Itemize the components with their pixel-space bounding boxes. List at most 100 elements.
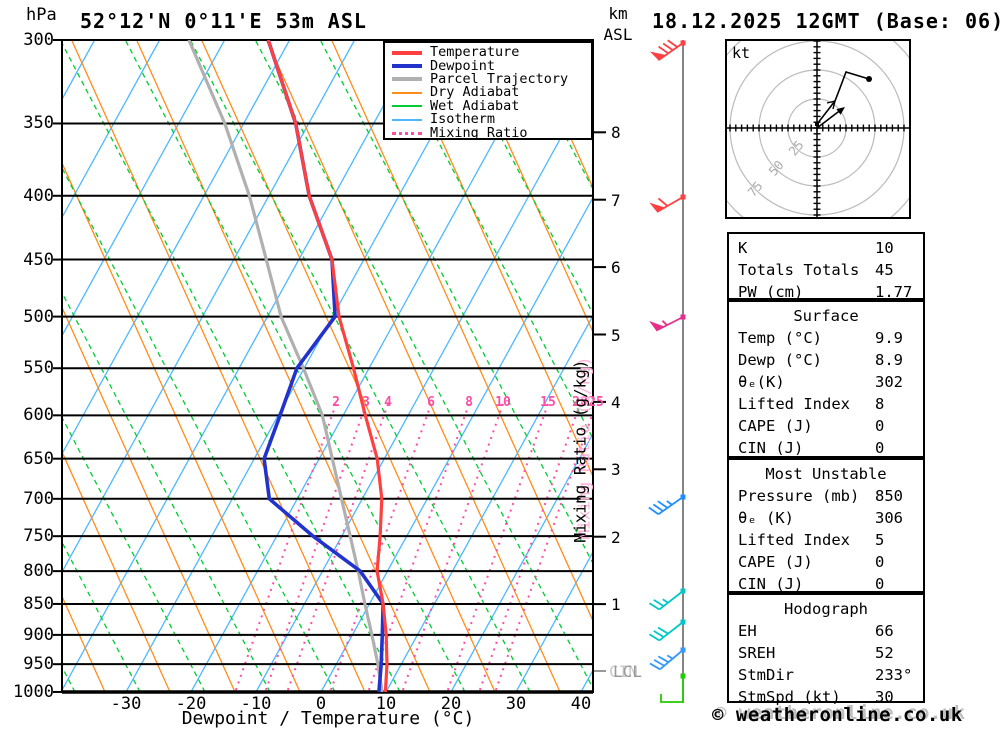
temperature-curve (266, 40, 389, 692)
stat-label: Totals Totals (738, 261, 860, 279)
pressure-tick-label: 350 (23, 113, 54, 133)
table-row: Temp (°C) 9.9 (729, 327, 923, 349)
stat-label: PW (cm) (738, 283, 804, 301)
table-row: StmDir 233° (729, 664, 923, 686)
mixing-ratio-line (234, 403, 337, 692)
table-section-title: Hodograph (784, 600, 868, 618)
km-tick-label: 3 (611, 460, 621, 479)
pressure-unit-label: hPa (26, 5, 57, 25)
stats-table: K 10 Totals Totals 45 PW (cm) 1.77 (727, 232, 925, 301)
stat-label: CIN (J) (738, 575, 804, 593)
stat-label: θₑ(K) (738, 373, 785, 391)
km-tick-label: 6 (611, 258, 621, 277)
stat-label: Pressure (mb) (738, 487, 860, 505)
stat-value: 9.9 (875, 329, 903, 347)
x-axis-title: Dewpoint / Temperature (°C) (181, 708, 475, 729)
legend-line-sample (392, 131, 422, 135)
stat-label: Lifted Index (738, 395, 850, 413)
pressure-tick-label: 900 (23, 625, 54, 645)
pressure-tick-label: 550 (23, 358, 54, 378)
table-row: Lifted Index 5 (729, 529, 923, 551)
legend-line-sample (392, 105, 422, 108)
skewt-sounding-page: hPa 52°12'N 0°11'E 53m ASL km ASL 18.12.… (0, 0, 1000, 733)
km-axis-label: km (608, 4, 628, 23)
wind-barb (648, 619, 686, 642)
stat-value: 45 (875, 261, 894, 279)
stats-table: Hodograph EH 66 SREH 52 StmDir 233° StmSpd (kt)… (727, 593, 925, 706)
mixing-ratio-axis-title: Mixing Ratio (g/kg) (570, 359, 590, 543)
legend-line-sample (392, 77, 422, 82)
stat-label: CAPE (J) (738, 417, 813, 435)
table-section-title: Most Unstable (765, 465, 887, 483)
table-row: CIN (J) 0 (729, 437, 923, 459)
pressure-tick-label: 850 (23, 594, 54, 614)
date-title: 18.12.2025 12GMT (Base: 06) (652, 9, 1000, 33)
table-row: Dewp (°C) 8.9 (729, 349, 923, 371)
table-row: θₑ (K) 306 (729, 507, 923, 529)
page-title: 52°12'N 0°11'E 53m ASL (80, 9, 367, 33)
mixing-ratio-line (264, 403, 367, 692)
copyright: © weatheronline.co.uk (712, 704, 963, 726)
mixing-ratio-line (446, 403, 549, 692)
stat-value: 52 (875, 644, 894, 662)
stat-value: 66 (875, 622, 894, 640)
pressure-tick-label: 500 (23, 307, 54, 327)
pressure-tick-label: 750 (23, 526, 54, 546)
pressure-tick-label: 400 (23, 186, 54, 206)
mixing-ratio-line (401, 403, 504, 692)
stat-value: 10 (875, 239, 894, 257)
isotherm-line (62, 40, 421, 692)
stat-label: Temp (°C) (738, 329, 822, 347)
legend-item: Mixing Ratio (385, 126, 591, 139)
table-row: Lifted Index 8 (729, 393, 923, 415)
pressure-tick-label: 650 (23, 449, 54, 469)
stat-value: 302 (875, 373, 903, 391)
stat-label: EH (738, 622, 757, 640)
legend-line-sample (392, 91, 422, 94)
stat-value: 5 (875, 531, 885, 549)
stat-value: 850 (875, 487, 903, 505)
table-row: CAPE (J) 0 (729, 415, 923, 437)
stat-label: StmDir (738, 666, 794, 684)
legend-line-sample (392, 50, 422, 55)
mixing-ratio-label: 15 (540, 395, 556, 410)
mixing-ratio-label: 6 (427, 395, 435, 410)
stat-value: 0 (875, 439, 885, 457)
asl-axis-label: ASL (603, 25, 633, 44)
pressure-tick-label: 1000 (13, 682, 54, 702)
km-tick-label: 2 (611, 528, 621, 547)
legend: Temperature Dewpoint Parcel Trajectory Dry … (383, 41, 593, 140)
stat-value: 233° (875, 666, 913, 684)
lcl-marker-label: LCL (613, 662, 642, 681)
legend-label: Mixing Ratio (430, 124, 528, 141)
legend-line-sample (392, 64, 422, 69)
km-tick-label: 4 (611, 393, 621, 412)
wind-barb (648, 494, 686, 515)
mixing-ratio-label: 10 (495, 395, 511, 410)
wind-barb (649, 194, 686, 213)
surface-wind-barb (660, 676, 684, 703)
stat-label: SREH (738, 644, 776, 662)
stat-label: K (738, 239, 748, 257)
table-section-title: Surface (793, 307, 859, 325)
dry-adiabat-line (71, 40, 366, 692)
mixing-ratio-label: 8 (465, 395, 473, 410)
stat-value: 0 (875, 417, 885, 435)
hodograph-unit-label: kt (732, 44, 751, 62)
table-row: Pressure (mb) 850 (729, 485, 923, 507)
table-row: CIN (J) 0 (729, 573, 923, 595)
stat-value: 8 (875, 395, 885, 413)
temp-tick-label: 40 (570, 694, 592, 714)
pressure-tick-label: 700 (23, 489, 54, 509)
stat-value: 8.9 (875, 351, 903, 369)
stat-value: 0 (875, 575, 885, 593)
pressure-tick-label: 450 (23, 250, 54, 270)
table-row: EH 66 (729, 620, 923, 642)
wind-barb (649, 314, 686, 332)
legend-line-sample (392, 118, 422, 121)
wind-barb (649, 647, 686, 671)
stats-table: Surface Temp (°C) 9.9 Dewp (°C) 8.9 θₑ(K) 302 L… (727, 300, 925, 458)
km-tick-label: 7 (611, 191, 621, 210)
km-tick-label: 8 (611, 123, 621, 142)
stat-value: 306 (875, 509, 903, 527)
